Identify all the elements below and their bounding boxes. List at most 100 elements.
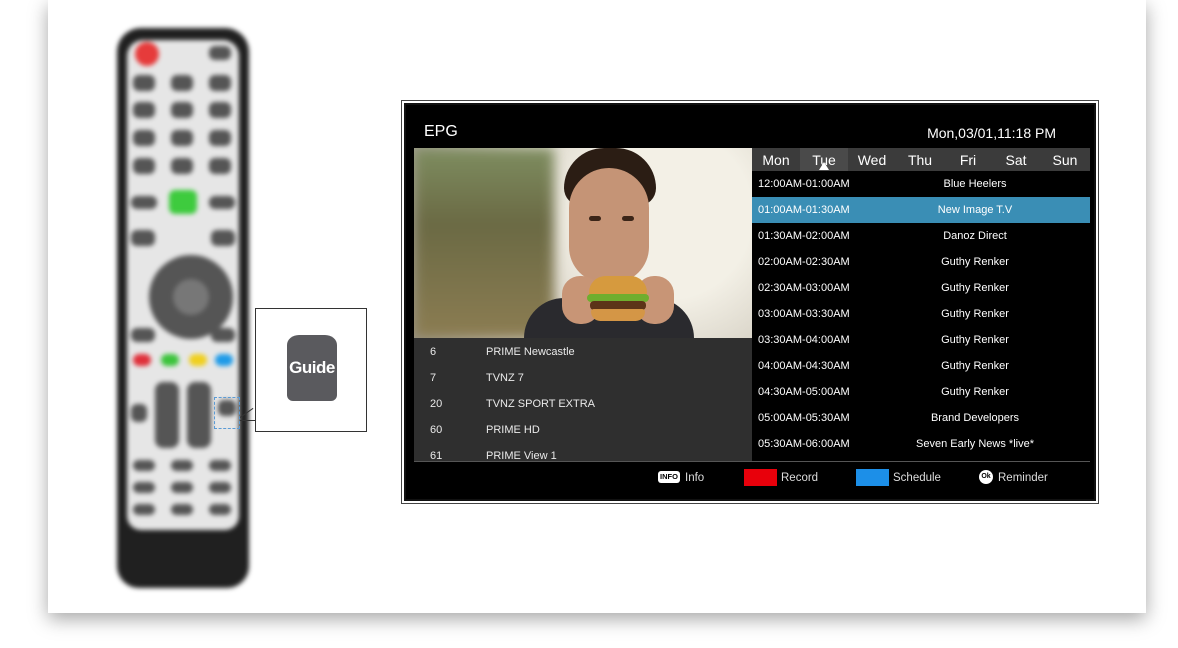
channel-name: PRIME View 1 [486,450,557,461]
callout-connector [240,420,256,421]
program-title: Guthy Renker [941,334,1009,346]
channel-number: 7 [430,372,437,384]
program-row[interactable]: 03:30AM-04:00AM Guthy Renker [752,327,1090,353]
tab-fri[interactable]: Fri [944,148,992,171]
ok-button-icon [173,279,209,315]
program-row[interactable]: 04:30AM-05:00AM Guthy Renker [752,379,1090,405]
channel-number: 60 [430,424,443,436]
program-title: Guthy Renker [941,386,1009,398]
tab-mon[interactable]: Mon [752,148,800,171]
program-row[interactable]: 03:00AM-03:30AM Guthy Renker [752,301,1090,327]
program-row[interactable]: 12:00AM-01:00AM Blue Heelers [752,171,1090,197]
program-title: Guthy Renker [941,360,1009,372]
program-row[interactable]: 04:00AM-04:30AM Guthy Renker [752,353,1090,379]
numeric-keypad-icon [209,102,231,118]
remote-control [117,28,249,588]
source-button-icon [131,196,157,209]
video-background [414,148,554,338]
epg-screen: EPG Mon,03/01,11:18 PM 6 PRIME Newcastle [412,111,1090,491]
program-time: 02:30AM-03:00AM [758,282,850,294]
blue-key-icon [856,469,889,486]
program-time: 04:30AM-05:00AM [758,386,850,398]
channel-row[interactable]: 20 TVNZ SPORT EXTRA [414,390,752,416]
tv-screen: EPG Mon,03/01,11:18 PM 6 PRIME Newcastle [401,100,1099,504]
program-time: 01:30AM-02:00AM [758,230,850,242]
mute-button-icon [209,46,231,60]
channel-row[interactable]: 60 PRIME HD [414,416,752,442]
tab-thu[interactable]: Thu [896,148,944,171]
guide-callout: Guide [255,308,367,432]
function-button-icon [209,504,231,515]
burger-bun-top [589,276,647,296]
numeric-keypad-icon [209,158,231,174]
program-title: Seven Early News *live* [916,438,1034,450]
burger-bun-bottom [591,309,645,321]
channel-number: 61 [430,450,443,461]
program-time: 02:00AM-02:30AM [758,256,850,268]
function-button-icon [171,482,193,493]
program-row[interactable]: 02:30AM-03:00AM Guthy Renker [752,275,1090,301]
input-button-icon [131,404,147,422]
burger-icon [587,276,649,322]
program-time: 04:00AM-04:30AM [758,360,850,372]
program-title: Danoz Direct [943,230,1007,242]
tv-button-icon [131,230,155,246]
dpad-icon [149,255,233,339]
program-row[interactable]: 01:30AM-02:00AM Danoz Direct [752,223,1090,249]
program-title: Guthy Renker [941,282,1009,294]
channel-row[interactable]: 7 TVNZ 7 [414,364,752,390]
video-person-face [569,168,649,283]
numeric-keypad-icon [133,75,155,91]
numeric-keypad-icon [209,130,231,146]
back-button-icon [131,328,155,342]
numeric-keypad-icon [171,158,193,174]
reminder-button[interactable]: Ok Reminder [979,462,1069,491]
record-button[interactable]: Record [744,462,834,491]
channel-row[interactable]: 61 PRIME View 1 [414,442,752,461]
program-time: 12:00AM-01:00AM [758,178,850,190]
channel-number: 20 [430,398,443,410]
program-time: 03:00AM-03:30AM [758,308,850,320]
blue-button-icon [215,354,233,366]
numeric-keypad-icon [171,75,193,91]
function-button-icon [133,482,155,493]
epg-footer: INFO Info Record Schedule Ok Reminder [414,461,1090,491]
red-key-icon [744,469,777,486]
program-row[interactable]: 02:00AM-02:30AM Guthy Renker [752,249,1090,275]
channel-name: TVNZ SPORT EXTRA [486,398,596,410]
volume-rocker-icon [155,382,179,448]
channel-rocker-icon [187,382,211,448]
record-label: Record [781,472,819,484]
function-button-icon [133,460,155,471]
function-button-icon [171,504,193,515]
ok-badge-icon: Ok [979,470,993,484]
epg-title: EPG [424,123,458,140]
channel-list: 6 PRIME Newcastle 7 TVNZ 7 20 TVNZ SPORT… [414,338,752,461]
channel-name: PRIME Newcastle [486,346,575,358]
program-row[interactable]: 05:00AM-05:30AM Brand Developers [752,405,1090,431]
function-button-icon [171,460,193,471]
day-tabs: Mon Tue Wed Thu Fri Sat Sun [752,148,1090,171]
tab-sat[interactable]: Sat [992,148,1040,171]
program-title: Guthy Renker [941,256,1009,268]
numeric-keypad-icon [171,130,193,146]
info-button[interactable]: INFO Info [658,462,718,491]
program-title: Brand Developers [930,412,1020,424]
program-time: 03:30AM-04:00AM [758,334,850,346]
numeric-keypad-icon [133,158,155,174]
channel-name: PRIME HD [486,424,540,436]
video-person-eye [622,216,634,221]
tab-sun[interactable]: Sun [1040,148,1090,171]
tab-wed[interactable]: Wed [848,148,896,171]
program-row[interactable]: 05:30AM-06:00AM Seven Early News *live* [752,431,1090,457]
red-button-icon [133,354,151,366]
home-button-icon [169,190,197,214]
green-button-icon [161,354,179,366]
program-row-selected[interactable]: 01:00AM-01:30AM New Image T.V [752,197,1090,223]
function-button-icon [209,460,231,471]
video-preview [414,148,752,338]
channel-row[interactable]: 6 PRIME Newcastle [414,338,752,364]
function-button-icon [133,504,155,515]
picture-button-icon [209,196,235,209]
schedule-button[interactable]: Schedule [856,462,956,491]
